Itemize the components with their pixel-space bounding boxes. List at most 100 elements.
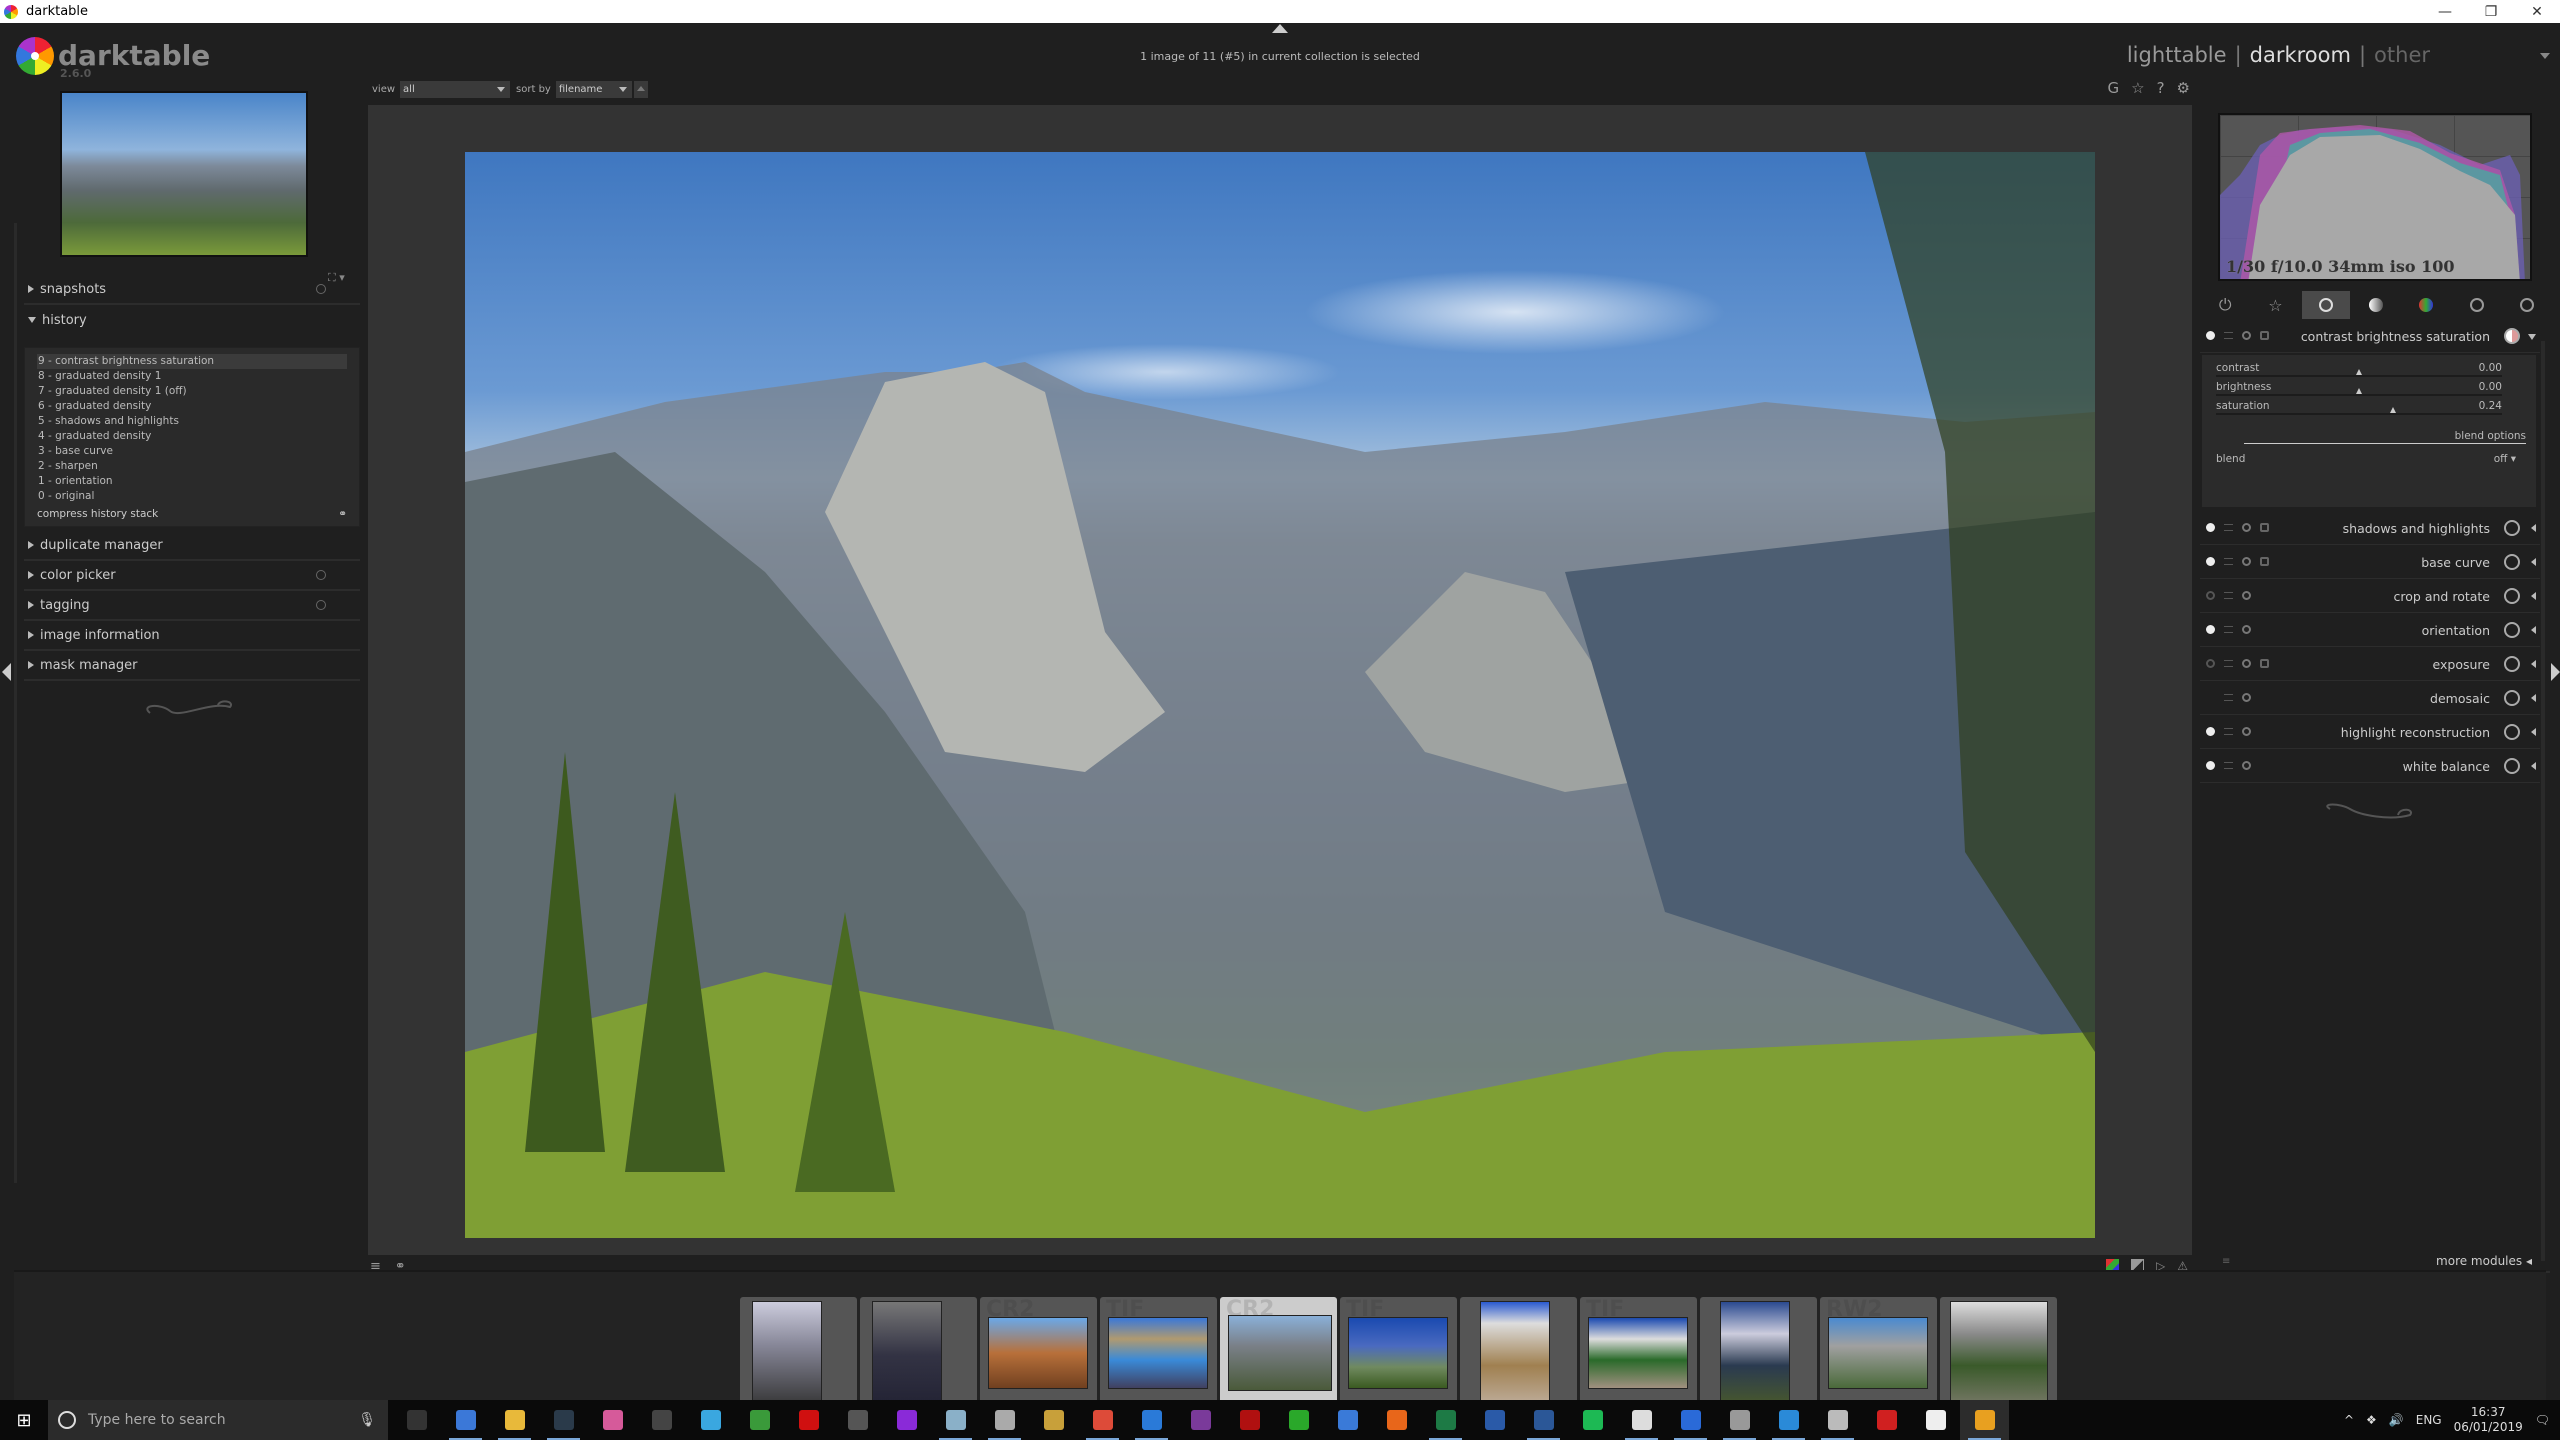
filmstrip-thumbnail[interactable] — [1940, 1297, 2057, 1413]
reset-icon[interactable] — [316, 284, 326, 294]
taskbar-app-button[interactable] — [1176, 1400, 1225, 1440]
module-reset-icon[interactable] — [2242, 693, 2251, 702]
expand-module-arrow[interactable] — [2531, 762, 2536, 770]
group-favorites-tab[interactable]: ☆ — [2251, 291, 2299, 319]
taskbar-app-button[interactable] — [539, 1400, 588, 1440]
taskbar-app-button[interactable] — [1862, 1400, 1911, 1440]
taskbar-app-button[interactable] — [882, 1400, 931, 1440]
saturation-slider[interactable]: saturation 0.24 — [2216, 399, 2522, 418]
close-button[interactable]: ✕ — [2514, 4, 2560, 20]
start-button[interactable]: ⊞ — [0, 1410, 48, 1431]
taskbar-app-button[interactable] — [1029, 1400, 1078, 1440]
group-active-modules-tab[interactable]: ⏻ — [2201, 291, 2249, 319]
filmstrip-thumbnail[interactable] — [1460, 1297, 1577, 1413]
view-lighttable[interactable]: lighttable — [2127, 43, 2227, 67]
module-image-information[interactable]: image information — [24, 621, 360, 651]
slider-knob[interactable] — [2356, 369, 2362, 375]
edited-photo[interactable] — [465, 152, 2095, 1238]
module-snapshots[interactable]: snapshots — [24, 275, 360, 305]
filmstrip-thumbnail[interactable] — [1700, 1297, 1817, 1413]
filmstrip-thumbnail[interactable]: CR2 — [980, 1297, 1097, 1413]
filmstrip-thumbnail[interactable]: TIF — [1100, 1297, 1217, 1413]
filmstrip-thumbnail[interactable]: TIF — [1340, 1297, 1457, 1413]
presets-menu-icon[interactable]: ≡ — [2222, 1256, 2230, 1267]
module-duplicate-manager[interactable]: duplicate manager — [24, 531, 360, 561]
module-history[interactable]: history — [24, 305, 360, 335]
microphone-icon[interactable]: 🎙 — [358, 1412, 376, 1428]
module-highlight-reconstruction[interactable]: highlight reconstruction — [2200, 717, 2540, 749]
taskbar-app-button[interactable] — [1666, 1400, 1715, 1440]
module-shadows-and-highlights[interactable]: shadows and highlights — [2200, 513, 2540, 545]
overlays-star-icon[interactable]: ☆ — [2131, 79, 2144, 97]
module-tagging[interactable]: tagging — [24, 591, 360, 621]
taskbar-app-button[interactable] — [784, 1400, 833, 1440]
taskbar-app-button[interactable] — [1274, 1400, 1323, 1440]
action-center-icon[interactable]: 🗨 — [2535, 1413, 2550, 1427]
group-effect-tab[interactable] — [2503, 291, 2551, 319]
clock[interactable]: 16:37 06/01/2019 — [2454, 1405, 2523, 1435]
module-reset-icon[interactable] — [2242, 557, 2251, 566]
right-panel-scrollbar[interactable] — [2541, 341, 2545, 1261]
filmstrip-thumbnail[interactable]: CR2x ★☆☆☆☆ — [1220, 1297, 1337, 1413]
taskbar-app-button[interactable] — [1078, 1400, 1127, 1440]
group-tone-tab[interactable] — [2352, 291, 2400, 319]
taskbar-app-button[interactable] — [931, 1400, 980, 1440]
view-dropdown-arrow-icon[interactable] — [2540, 53, 2550, 59]
history-item[interactable]: 7 - graduated density 1 (off) — [37, 384, 347, 399]
history-item[interactable]: 1 - orientation — [37, 474, 347, 489]
blend-mode-dropdown[interactable]: blend off ▾ — [2216, 453, 2516, 465]
taskbar-app-button[interactable] — [1568, 1400, 1617, 1440]
taskbar-app-button[interactable] — [1813, 1400, 1862, 1440]
taskbar-app-button[interactable] — [1911, 1400, 1960, 1440]
sort-direction-toggle[interactable] — [633, 80, 648, 98]
taskbar-app-button[interactable] — [1617, 1400, 1666, 1440]
module-reset-icon[interactable] — [2242, 659, 2251, 668]
module-multi-instance-icon[interactable] — [2224, 694, 2233, 701]
language-indicator[interactable]: ENG — [2416, 1413, 2442, 1427]
taskbar-app-button[interactable] — [1225, 1400, 1274, 1440]
module-reset-icon[interactable] — [2242, 625, 2251, 634]
taskbar-app-button[interactable] — [1715, 1400, 1764, 1440]
taskbar-app-button[interactable] — [735, 1400, 784, 1440]
history-item[interactable]: 3 - base curve — [37, 444, 347, 459]
volume-icon[interactable]: 🔊 — [2389, 1413, 2404, 1427]
filmstrip-thumbnail[interactable] — [860, 1297, 977, 1413]
module-reset-icon[interactable] — [2242, 591, 2251, 600]
taskbar-search-box[interactable]: Type here to search 🎙 — [48, 1400, 388, 1440]
module-enable-toggle[interactable] — [2206, 625, 2215, 634]
minimize-button[interactable]: — — [2422, 4, 2468, 20]
restore-button[interactable]: ❐ — [2468, 4, 2514, 20]
module-multi-instance-icon[interactable] — [2224, 558, 2233, 565]
history-item[interactable]: 2 - sharpen — [37, 459, 347, 474]
history-item[interactable]: 5 - shadows and highlights — [37, 414, 347, 429]
dropbox-icon[interactable]: ❖ — [2366, 1413, 2377, 1427]
history-item[interactable]: 6 - graduated density — [37, 399, 347, 414]
module-reset-icon[interactable] — [2242, 523, 2251, 532]
taskbar-app-button[interactable] — [490, 1400, 539, 1440]
collapse-right-panel-arrow[interactable] — [2551, 663, 2560, 681]
taskbar-app-button[interactable] — [588, 1400, 637, 1440]
filmstrip-thumbnail[interactable]: TIF — [1580, 1297, 1697, 1413]
module-white-balance[interactable]: white balance — [2200, 751, 2540, 783]
sort-by-dropdown[interactable]: filename — [555, 80, 632, 98]
contrast-slider[interactable]: contrast 0.00 — [2216, 361, 2522, 380]
group-color-tab[interactable] — [2402, 291, 2450, 319]
module-multi-instance-icon[interactable] — [2224, 332, 2233, 339]
preferences-gear-icon[interactable]: ⚙ — [2177, 79, 2190, 97]
taskbar-app-button[interactable] — [1519, 1400, 1568, 1440]
module-enable-toggle[interactable] — [2206, 659, 2215, 668]
show-hidden-icons-chevron-icon[interactable]: ^ — [2344, 1413, 2354, 1427]
slider-knob[interactable] — [2390, 407, 2397, 413]
expand-module-arrow[interactable] — [2531, 626, 2536, 634]
module-mask-manager[interactable]: mask manager — [24, 651, 360, 681]
view-darkroom[interactable]: darkroom — [2250, 43, 2351, 67]
module-reset-icon[interactable] — [2242, 761, 2251, 770]
view-other[interactable]: other — [2374, 43, 2430, 67]
module-enable-toggle[interactable] — [2206, 331, 2215, 340]
module-enable-toggle[interactable] — [2206, 557, 2215, 566]
module-multi-instance-icon[interactable] — [2224, 592, 2233, 599]
module-enable-toggle[interactable] — [2206, 523, 2215, 532]
blend-options-tab[interactable]: blend options — [2244, 430, 2526, 444]
collapse-top-panel-arrow[interactable] — [1272, 24, 1288, 33]
taskbar-app-button[interactable] — [686, 1400, 735, 1440]
